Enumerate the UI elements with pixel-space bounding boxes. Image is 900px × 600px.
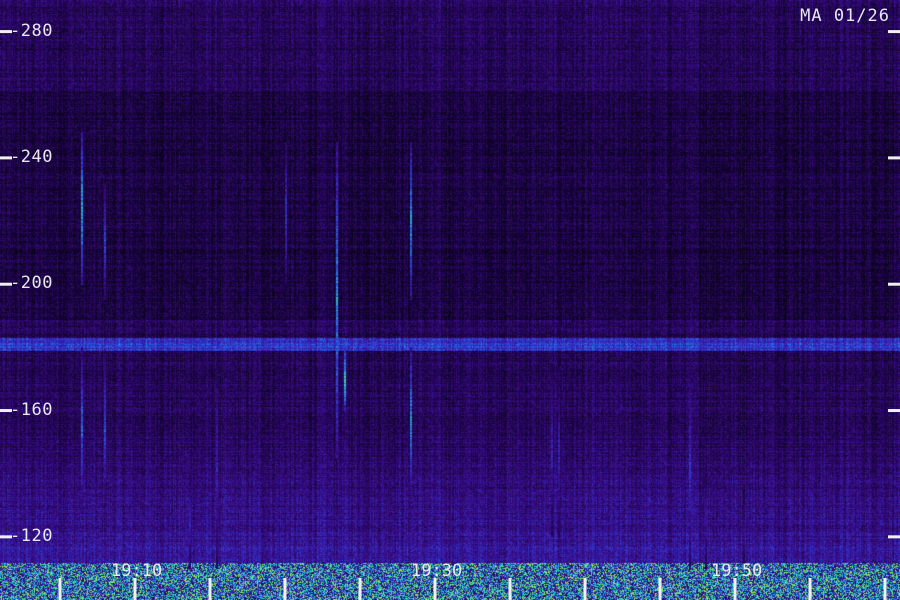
y-tick-label: -120	[10, 525, 53, 546]
x-tick-label: 19:30	[411, 561, 463, 581]
y-tick-label: -280	[10, 20, 53, 41]
x-tick-label: 19:10	[111, 561, 163, 581]
y-tick-label: -240	[10, 146, 53, 167]
y-tick-label: -200	[10, 273, 53, 294]
axes-overlay	[0, 30, 900, 600]
y-tick-label: -160	[10, 399, 53, 420]
station-date-stamp: MA 01/26	[800, 6, 890, 26]
x-tick-label: 19:50	[711, 561, 763, 581]
